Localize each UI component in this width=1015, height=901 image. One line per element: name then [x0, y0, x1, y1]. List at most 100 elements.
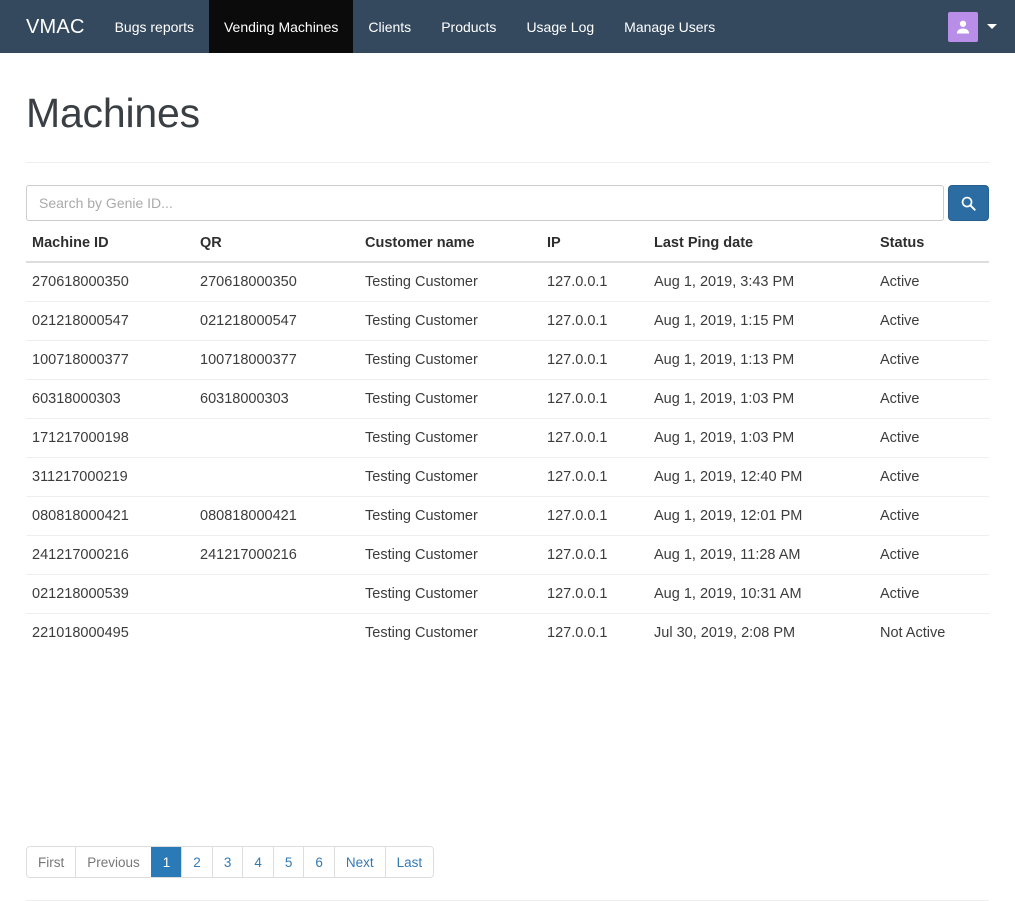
cell-status: Active [880, 274, 920, 291]
cell-status: Active [874, 418, 989, 458]
table-header: Machine ID QR Customer name IP Last Ping… [26, 227, 989, 264]
cell-ip: 127.0.0.1 [541, 535, 648, 575]
cell-ip: 127.0.0.1 [541, 496, 648, 536]
page-title: Machines [26, 90, 200, 136]
column-header-qr: QR [194, 227, 359, 264]
cell-machine-id: 60318000303 [26, 379, 194, 419]
machines-table: Machine ID QR Customer name IP Last Ping… [26, 227, 989, 653]
table-row[interactable]: 021218000539 Testing Customer 127.0.0.1 … [26, 574, 989, 614]
nav-item-products[interactable]: Products [426, 0, 511, 53]
navbar-brand[interactable]: VMAC [0, 0, 100, 53]
navbar-left-group: VMAC Bugs reports Vending Machines Clien… [0, 0, 730, 53]
table-row[interactable]: 100718000377 100718000377 Testing Custom… [26, 340, 989, 380]
cell-qr: 080818000421 [194, 496, 359, 536]
cell-machine-id: 241217000216 [26, 535, 194, 575]
cell-last-ping: Aug 1, 2019, 11:28 AM [648, 535, 874, 575]
pagination-last[interactable]: Last [384, 847, 434, 878]
cell-qr: 270618000350 [200, 274, 297, 291]
cell-qr: 021218000547 [194, 301, 359, 341]
cell-customer: Testing Customer [359, 457, 541, 497]
cell-ip: 127.0.0.1 [541, 457, 648, 497]
cell-qr: 100718000377 [194, 340, 359, 380]
cell-status: Active [874, 457, 989, 497]
cell-last-ping: Aug 1, 2019, 3:43 PM [654, 274, 795, 291]
cell-machine-id: 021218000547 [26, 301, 194, 341]
cell-machine-id: 100718000377 [26, 340, 194, 380]
pagination-page-2[interactable]: 2 [181, 847, 212, 878]
pagination-first[interactable]: First [27, 847, 76, 878]
cell-last-ping: Aug 1, 2019, 1:15 PM [648, 301, 874, 341]
cell-machine-id: 311217000219 [26, 457, 194, 497]
table-row[interactable]: 171217000198 Testing Customer 127.0.0.1 … [26, 418, 989, 458]
cell-customer: Testing Customer [359, 340, 541, 380]
cell-customer: Testing Customer [359, 301, 541, 341]
cell-qr [194, 574, 359, 614]
pagination-page-6[interactable]: 6 [303, 847, 334, 878]
cell-status: Active [874, 340, 989, 380]
column-header-last-ping: Last Ping date [648, 227, 874, 264]
nav-item-usage-log[interactable]: Usage Log [511, 0, 609, 53]
cell-customer: Testing Customer [365, 274, 478, 291]
navbar-user-menu[interactable] [948, 0, 997, 53]
pagination-wrapper: First Previous 1 2 3 4 5 6 Next Last [26, 846, 989, 879]
column-header-status: Status [874, 227, 989, 264]
nav-item-manage-users[interactable]: Manage Users [609, 0, 730, 53]
cell-qr: 241217000216 [194, 535, 359, 575]
nav-item-clients[interactable]: Clients [353, 0, 426, 53]
user-icon[interactable] [948, 11, 978, 42]
pagination-page-1[interactable]: 1 [150, 847, 182, 878]
cell-customer: Testing Customer [359, 535, 541, 575]
title-divider [26, 162, 989, 164]
cell-machine-id: 270618000350 [32, 274, 129, 291]
cell-status: Active [874, 535, 989, 575]
table-row[interactable]: 221018000495 Testing Customer 127.0.0.1 … [26, 613, 989, 653]
pagination: First Previous 1 2 3 4 5 6 Next Last [26, 846, 435, 879]
cell-machine-id: 080818000421 [26, 496, 194, 536]
cell-last-ping: Aug 1, 2019, 12:40 PM [648, 457, 874, 497]
cell-status: Active [874, 574, 989, 614]
nav-item-bugs-reports[interactable]: Bugs reports [100, 0, 209, 53]
table-row[interactable]: 021218000547 021218000547 Testing Custom… [26, 301, 989, 341]
cell-status: Active [874, 496, 989, 536]
cell-qr: 60318000303 [194, 379, 359, 419]
table-row[interactable]: 080818000421 080818000421 Testing Custom… [26, 496, 989, 536]
search-button[interactable] [948, 185, 989, 222]
column-header-machine-id: Machine ID [26, 227, 194, 264]
cell-status: Active [874, 301, 989, 341]
chevron-down-icon[interactable] [987, 24, 997, 29]
table-body: 270618000350 270618000350 Testing Custom… [26, 262, 989, 653]
nav-item-vending-machines[interactable]: Vending Machines [208, 0, 354, 53]
cell-ip: 127.0.0.1 [541, 574, 648, 614]
cell-ip: 127.0.0.1 [541, 301, 648, 341]
cell-last-ping: Aug 1, 2019, 1:13 PM [648, 340, 874, 380]
table-row[interactable]: 311217000219 Testing Customer 127.0.0.1 … [26, 457, 989, 497]
cell-ip: 127.0.0.1 [541, 379, 648, 419]
top-navbar: VMAC Bugs reports Vending Machines Clien… [0, 0, 1015, 53]
cell-ip: 127.0.0.1 [541, 418, 648, 458]
column-header-ip: IP [541, 227, 648, 264]
cell-customer: Testing Customer [359, 613, 541, 653]
cell-last-ping: Aug 1, 2019, 10:31 AM [648, 574, 874, 614]
pagination-page-3[interactable]: 3 [211, 847, 243, 878]
cell-ip: 127.0.0.1 [541, 340, 648, 380]
cell-machine-id: 221018000495 [26, 613, 194, 653]
cell-status: Not Active [874, 613, 989, 653]
cell-last-ping: Aug 1, 2019, 12:01 PM [648, 496, 874, 536]
cell-qr [194, 613, 359, 653]
table-row[interactable]: 60318000303 60318000303 Testing Customer… [26, 379, 989, 419]
cell-ip: 127.0.0.1 [547, 274, 608, 291]
pagination-page-5[interactable]: 5 [272, 847, 304, 878]
pagination-next[interactable]: Next [333, 847, 385, 878]
table-row[interactable]: 270618000350 270618000350 Testing Custom… [26, 262, 989, 302]
pagination-page-4[interactable]: 4 [242, 847, 273, 878]
cell-customer: Testing Customer [359, 379, 541, 419]
search-input[interactable] [26, 185, 944, 222]
table-row[interactable]: 241217000216 241217000216 Testing Custom… [26, 535, 989, 575]
cell-ip: 127.0.0.1 [541, 613, 648, 653]
cell-machine-id: 021218000539 [26, 574, 194, 614]
cell-qr [194, 418, 359, 458]
table-header-row: Machine ID QR Customer name IP Last Ping… [26, 227, 989, 264]
cell-qr [194, 457, 359, 497]
pagination-previous[interactable]: Previous [75, 847, 151, 878]
cell-last-ping: Aug 1, 2019, 1:03 PM [648, 418, 874, 458]
